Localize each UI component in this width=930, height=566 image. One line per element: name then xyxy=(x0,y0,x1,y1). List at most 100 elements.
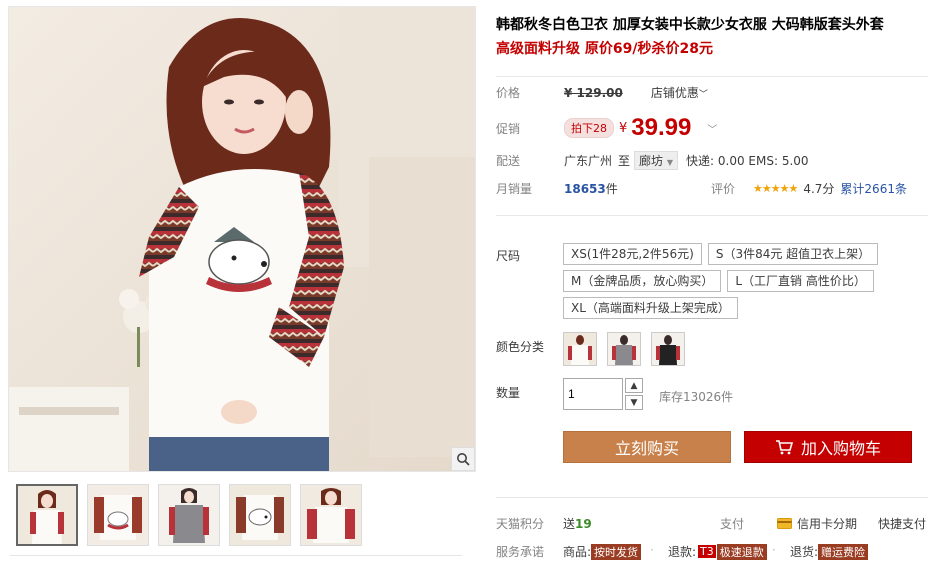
points-value-wrap: 送19 xyxy=(563,515,592,532)
service-return: 退货: 赠运费险 xyxy=(790,543,869,560)
service-goods: 商品: 按时发货 xyxy=(563,543,642,560)
size-options: XS(1件28元,2件56元) S（3件84元 超值卫衣上架） M（金牌品质，放心… xyxy=(563,243,923,324)
product-subtitle: 高级面料升级 原价69/秒杀价28元 xyxy=(496,41,713,57)
thumbnail-image xyxy=(88,485,148,545)
increase-button[interactable]: ▲ xyxy=(625,378,643,393)
promo-price: 39.99 xyxy=(631,114,692,141)
add-to-cart-label: 加入购物车 xyxy=(800,439,881,458)
thumbnail-2[interactable] xyxy=(87,484,149,546)
product-title: 韩都秋冬白色卫衣 加厚女装中长款少女衣服 大码韩版套头外套 xyxy=(496,17,884,33)
magnifier-icon xyxy=(457,453,470,466)
return-label: 退货: xyxy=(790,545,819,559)
size-option-m[interactable]: M（金牌品质，放心购买） xyxy=(563,270,722,292)
color-swatch-red-sleeve[interactable] xyxy=(563,332,597,366)
rating-score: 4.7分 xyxy=(803,182,835,196)
size-option-s[interactable]: S（3件84元 超值卫衣上架） xyxy=(707,243,879,265)
swatch-image xyxy=(651,333,684,365)
service-label: 服务承诺 xyxy=(496,545,545,559)
ship-to-label: 至 xyxy=(618,154,631,168)
thumbnail-1[interactable] xyxy=(16,484,78,546)
thumbnail-image xyxy=(230,485,290,545)
refund-t3-badge: T3 xyxy=(698,545,716,558)
chevron-up-icon: ▲ xyxy=(630,380,638,391)
credit-label: 信用卡分期 xyxy=(797,517,858,531)
triangle-down-icon: ▼ xyxy=(666,158,674,167)
destination-value: 廊坊 xyxy=(639,154,664,168)
quantity-input[interactable] xyxy=(563,378,623,410)
promo-label: 促销 xyxy=(496,121,521,136)
cart-icon xyxy=(775,440,793,455)
credit-card-icon xyxy=(777,518,792,529)
original-price: ¥ 129.00 xyxy=(564,85,623,100)
thumbnail-image xyxy=(301,485,361,545)
chevron-down-icon[interactable]: ﹀ xyxy=(707,121,717,136)
service-refund: 退款: T3 极速退款 xyxy=(668,543,767,560)
color-label: 颜色分类 xyxy=(496,340,545,354)
sales-unit: 件 xyxy=(605,182,618,196)
points-prefix: 送 xyxy=(563,517,576,531)
size-option-xs[interactable]: XS(1件28元,2件56元) xyxy=(563,243,702,265)
chevron-down-icon: ▼ xyxy=(630,397,638,408)
zoom-button[interactable] xyxy=(451,447,475,471)
thumbnail-strip xyxy=(8,484,476,546)
thumbnail-4[interactable] xyxy=(229,484,291,546)
stock-count: 库存13026件 xyxy=(659,390,734,404)
refund-label: 退款: xyxy=(668,545,697,559)
color-swatch-grey[interactable] xyxy=(606,332,641,366)
main-product-image[interactable] xyxy=(8,6,476,472)
quantity-label: 数量 xyxy=(496,386,521,400)
divider xyxy=(496,497,928,498)
swatch-image xyxy=(607,333,640,365)
buy-now-button[interactable]: 立刻购买 xyxy=(563,431,731,463)
price-label: 价格 xyxy=(496,86,521,100)
dot-separator: · xyxy=(650,543,654,557)
goods-badge[interactable]: 按时发货 xyxy=(591,543,642,560)
rating-stars-icon: ★★★★★ xyxy=(753,182,798,195)
currency-symbol: ¥ xyxy=(619,120,628,136)
review-summary: 评价 ★★★★★ 4.7分 累计2661条 xyxy=(711,180,907,197)
shipping-row: 配送 广东广州 至 廊坊 ▼ 快递: 0.00 EMS: 5.00 xyxy=(496,151,809,170)
quantity-stepper: ▲ ▼ xyxy=(625,378,643,410)
total-reviews-link[interactable]: 累计2661条 xyxy=(840,180,907,197)
sales-count: 18653 xyxy=(564,181,606,196)
product-photo xyxy=(9,7,475,471)
refund-badge[interactable]: 极速退款 xyxy=(716,543,767,560)
color-swatch-black[interactable] xyxy=(650,332,685,366)
sales-label: 月销量 xyxy=(496,182,533,196)
color-options xyxy=(563,332,691,366)
points-value: 19 xyxy=(575,517,592,531)
shipping-label: 配送 xyxy=(496,154,521,168)
thumbnail-image xyxy=(159,485,219,545)
promo-row: 促销 拍下28 ¥ 39.99 ﹀ xyxy=(496,114,717,142)
ship-from: 广东广州 xyxy=(564,154,613,168)
size-option-l[interactable]: L（工厂直销 高性价比） xyxy=(727,270,874,292)
pay-label: 支付 xyxy=(720,517,745,531)
chevron-down-icon: ﹀ xyxy=(698,90,708,100)
thumbnail-3[interactable] xyxy=(158,484,220,546)
decrease-button[interactable]: ▼ xyxy=(625,395,643,410)
dot-separator: · xyxy=(772,543,776,557)
quick-pay[interactable]: 快捷支付 xyxy=(878,515,926,532)
return-badge[interactable]: 赠运费险 xyxy=(818,543,869,560)
promo-tag: 拍下28 xyxy=(564,118,614,138)
divider xyxy=(496,215,928,216)
review-label: 评价 xyxy=(711,182,736,196)
price-row: 价格 ¥ 129.00 店铺优惠﹀ xyxy=(496,84,708,101)
product-gallery xyxy=(8,6,476,546)
shop-discount-dropdown[interactable]: 店铺优惠﹀ xyxy=(651,84,708,101)
thumbnail-5[interactable] xyxy=(300,484,362,546)
points-label: 天猫积分 xyxy=(496,517,545,531)
gallery-divider xyxy=(10,555,462,556)
shipping-fees: 快递: 0.00 EMS: 5.00 xyxy=(686,154,809,168)
sales-row: 月销量 18653 件 xyxy=(496,180,618,197)
goods-label: 商品: xyxy=(563,545,592,559)
add-to-cart-button[interactable]: 加入购物车 xyxy=(744,431,912,463)
destination-select[interactable]: 廊坊 ▼ xyxy=(634,151,679,170)
product-info: 韩都秋冬白色卫衣 加厚女装中长款少女衣服 大码韩版套头外套 高级面料升级 原价6… xyxy=(496,14,922,62)
credit-installment[interactable]: 信用卡分期 xyxy=(777,515,857,532)
swatch-image xyxy=(564,333,596,365)
size-option-xl[interactable]: XL（高端面料升级上架完成） xyxy=(563,297,738,319)
size-label: 尺码 xyxy=(496,249,521,263)
shop-discount-label: 店铺优惠 xyxy=(650,86,699,100)
divider xyxy=(496,76,928,77)
